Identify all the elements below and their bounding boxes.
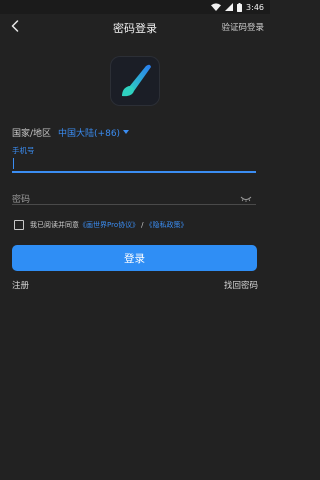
status-indicators: 3:46 [211, 2, 264, 12]
region-value[interactable]: 中国大陆(+86) [58, 126, 120, 139]
code-login-link[interactable]: 验证码登录 [221, 21, 264, 33]
phone-underline [12, 171, 256, 173]
region-label: 国家/地区 [12, 128, 52, 139]
password-underline [12, 204, 256, 205]
text-cursor [13, 158, 14, 169]
agreement-row: 我已阅读并同意 《画世界Pro协议》 / 《隐私政策》 [14, 219, 187, 231]
agreement-prefix: 我已阅读并同意 [30, 221, 79, 229]
wifi-icon [211, 3, 222, 11]
forgot-password-link[interactable]: 找回密码 [224, 279, 258, 291]
phone-input[interactable] [12, 160, 256, 176]
back-button[interactable] [8, 17, 22, 35]
status-bar: 3:46 [0, 0, 270, 14]
brush-logo-icon [110, 64, 160, 106]
user-agreement-link[interactable]: 《画世界Pro协议》 [79, 220, 139, 230]
password-input[interactable] [12, 192, 237, 208]
signal-icon [225, 3, 234, 11]
privacy-policy-link[interactable]: 《隐私政策》 [145, 220, 187, 230]
back-arrow-icon [11, 17, 19, 36]
app-logo [110, 56, 160, 106]
caret-down-icon[interactable] [123, 130, 130, 134]
agree-checkbox[interactable] [14, 220, 24, 230]
region-selector[interactable]: 国家/地区 中国大陆(+86) [12, 125, 130, 139]
agreement-separator: / [141, 221, 144, 229]
password-field[interactable] [12, 187, 256, 208]
header: 密码登录 验证码登录 [0, 14, 270, 40]
phone-field[interactable] [12, 155, 256, 176]
eye-closed-icon[interactable] [240, 189, 252, 202]
battery-icon [237, 2, 243, 12]
status-time: 3:46 [246, 2, 264, 12]
login-button[interactable]: 登录 [12, 245, 257, 271]
register-link[interactable]: 注册 [12, 279, 29, 291]
